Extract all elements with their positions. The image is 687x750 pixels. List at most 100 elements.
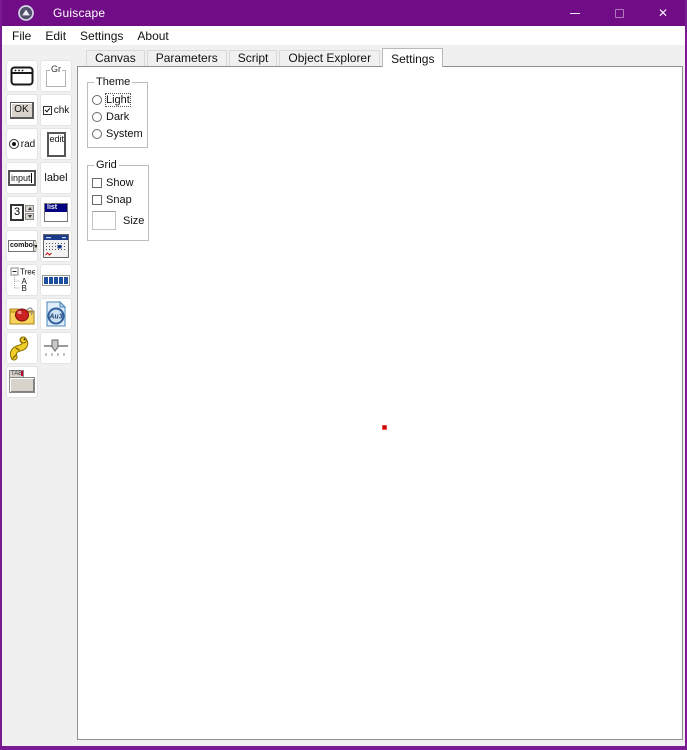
- grid-groupbox: Grid Show Snap Size: [87, 159, 149, 241]
- radio-icon-label: rad: [21, 139, 35, 150]
- palette-slider-button[interactable]: [40, 332, 72, 364]
- updown-icon-value: 3: [10, 204, 24, 221]
- radio-dark-label: Dark: [106, 111, 129, 123]
- checkbox-snap-label: Snap: [106, 194, 132, 206]
- menu-about[interactable]: About: [130, 28, 175, 44]
- tab-settings[interactable]: Settings: [382, 48, 443, 67]
- palette-label-button[interactable]: label: [40, 162, 72, 194]
- input-icon-caret: [31, 173, 32, 183]
- checkbox-snap[interactable]: [92, 195, 102, 205]
- checkbox-show[interactable]: [92, 178, 102, 188]
- palette-edit-button[interactable]: edit: [40, 128, 72, 160]
- tab-parameters[interactable]: Parameters: [147, 50, 227, 66]
- calendar-icon: [43, 234, 69, 258]
- grid-show-option[interactable]: Show: [92, 177, 144, 189]
- checkbox-icon-box: [43, 106, 52, 115]
- radio-light[interactable]: [92, 95, 102, 105]
- tab-script[interactable]: Script: [229, 50, 278, 66]
- radio-system[interactable]: [92, 129, 102, 139]
- palette-icon-button[interactable]: [6, 298, 38, 330]
- minimize-icon: [570, 13, 580, 14]
- theme-groupbox: Theme Light Dark System: [87, 76, 148, 148]
- tree-icon-node-b: B: [22, 284, 27, 293]
- au3-file-icon-label: Au3: [48, 314, 62, 321]
- groupbox-icon: Gr: [46, 70, 66, 87]
- palette-checkbox-button[interactable]: chk: [40, 94, 72, 126]
- palette-date-button[interactable]: [40, 230, 72, 262]
- palette-radio-button[interactable]: rad: [6, 128, 38, 160]
- palette-group-button[interactable]: Gr: [40, 60, 72, 92]
- tabstrip: Canvas Parameters Script Object Explorer…: [86, 48, 445, 67]
- grid-snap-option[interactable]: Snap: [92, 194, 144, 206]
- groupbox-icon-label: Gr: [50, 64, 62, 74]
- palette-progress-button[interactable]: [40, 264, 72, 296]
- slider-icon: [42, 338, 70, 358]
- theme-option-light[interactable]: Light: [92, 94, 143, 106]
- radio-icon-circle: [9, 139, 19, 149]
- grid-size-label: Size: [123, 215, 144, 227]
- minimize-button[interactable]: [553, 0, 597, 26]
- tab-object-explorer[interactable]: Object Explorer: [279, 50, 380, 66]
- palette-combo-button[interactable]: combo: [6, 230, 38, 262]
- combo-icon-label: combo: [9, 241, 33, 251]
- theme-option-system[interactable]: System: [92, 128, 143, 140]
- edit-icon: edit: [47, 132, 66, 157]
- palette-list-button[interactable]: list: [40, 196, 72, 228]
- checkbox-icon-label: chk: [54, 105, 70, 116]
- maximize-icon: [615, 9, 624, 18]
- app-logo-icon: [18, 5, 34, 21]
- palette-form-button[interactable]: [6, 60, 38, 92]
- radio-system-label: System: [106, 128, 143, 140]
- ok-button-icon-label: OK: [14, 104, 28, 115]
- canvas-red-marker: [382, 425, 387, 430]
- palette-koda-button[interactable]: [6, 332, 38, 364]
- theme-option-dark[interactable]: Dark: [92, 111, 143, 123]
- label-icon: label: [44, 172, 67, 184]
- palette-tab-button[interactable]: TAB: [6, 366, 38, 398]
- palette-tree-button[interactable]: Tree A B: [6, 264, 38, 296]
- window-controls: ✕: [553, 0, 685, 26]
- updown-icon: 3: [10, 204, 34, 221]
- theme-groupbox-title: Theme: [94, 76, 132, 88]
- palette-input-button[interactable]: input: [6, 162, 38, 194]
- edit-icon-label: edit: [50, 134, 65, 144]
- input-icon: input: [8, 170, 36, 186]
- lizard-icon: [9, 335, 35, 361]
- ok-button-icon: OK: [10, 102, 34, 119]
- radio-light-label: Light: [106, 94, 130, 106]
- menu-file[interactable]: File: [5, 28, 38, 44]
- folder-mouse-icon: [9, 302, 35, 326]
- palette-updown-button[interactable]: 3: [6, 196, 38, 228]
- titlebar[interactable]: Guiscape ✕: [2, 0, 685, 26]
- updown-icon-spinner: [25, 205, 34, 220]
- palette-button-button[interactable]: OK: [6, 94, 38, 126]
- menu-edit[interactable]: Edit: [38, 28, 73, 44]
- menubar: File Edit Settings About: [2, 26, 685, 45]
- radio-dark[interactable]: [92, 112, 102, 122]
- progress-icon: [42, 275, 70, 286]
- menu-settings[interactable]: Settings: [73, 28, 130, 44]
- close-button[interactable]: ✕: [641, 0, 685, 26]
- tab-canvas[interactable]: Canvas: [86, 50, 145, 66]
- input-icon-label: input: [11, 173, 31, 183]
- close-icon: ✕: [658, 6, 668, 20]
- list-icon: list: [44, 203, 68, 222]
- tab-control-icon: TAB: [9, 370, 35, 394]
- tab-control-icon-marker: [21, 371, 23, 376]
- tree-icon: Tree A B: [9, 266, 35, 294]
- palette-au3-file-button[interactable]: Au3: [40, 298, 72, 330]
- grid-groupbox-title: Grid: [94, 159, 119, 171]
- tab-control-icon-body: [9, 377, 35, 393]
- app-window: Guiscape ✕ File Edit Settings About: [0, 0, 687, 750]
- form-window-icon: [10, 66, 34, 86]
- grid-size-input[interactable]: [92, 211, 116, 230]
- window-title: Guiscape: [53, 6, 105, 20]
- combo-icon: combo: [8, 240, 36, 252]
- radio-icon: rad: [9, 139, 35, 150]
- checkbox-icon: chk: [43, 105, 70, 116]
- settings-panel: Theme Light Dark System Grid Show S: [77, 66, 683, 740]
- grid-size-row: Size: [92, 211, 144, 230]
- combo-icon-arrow: [34, 245, 38, 248]
- au3-file-icon: Au3: [44, 301, 68, 327]
- maximize-button[interactable]: [597, 0, 641, 26]
